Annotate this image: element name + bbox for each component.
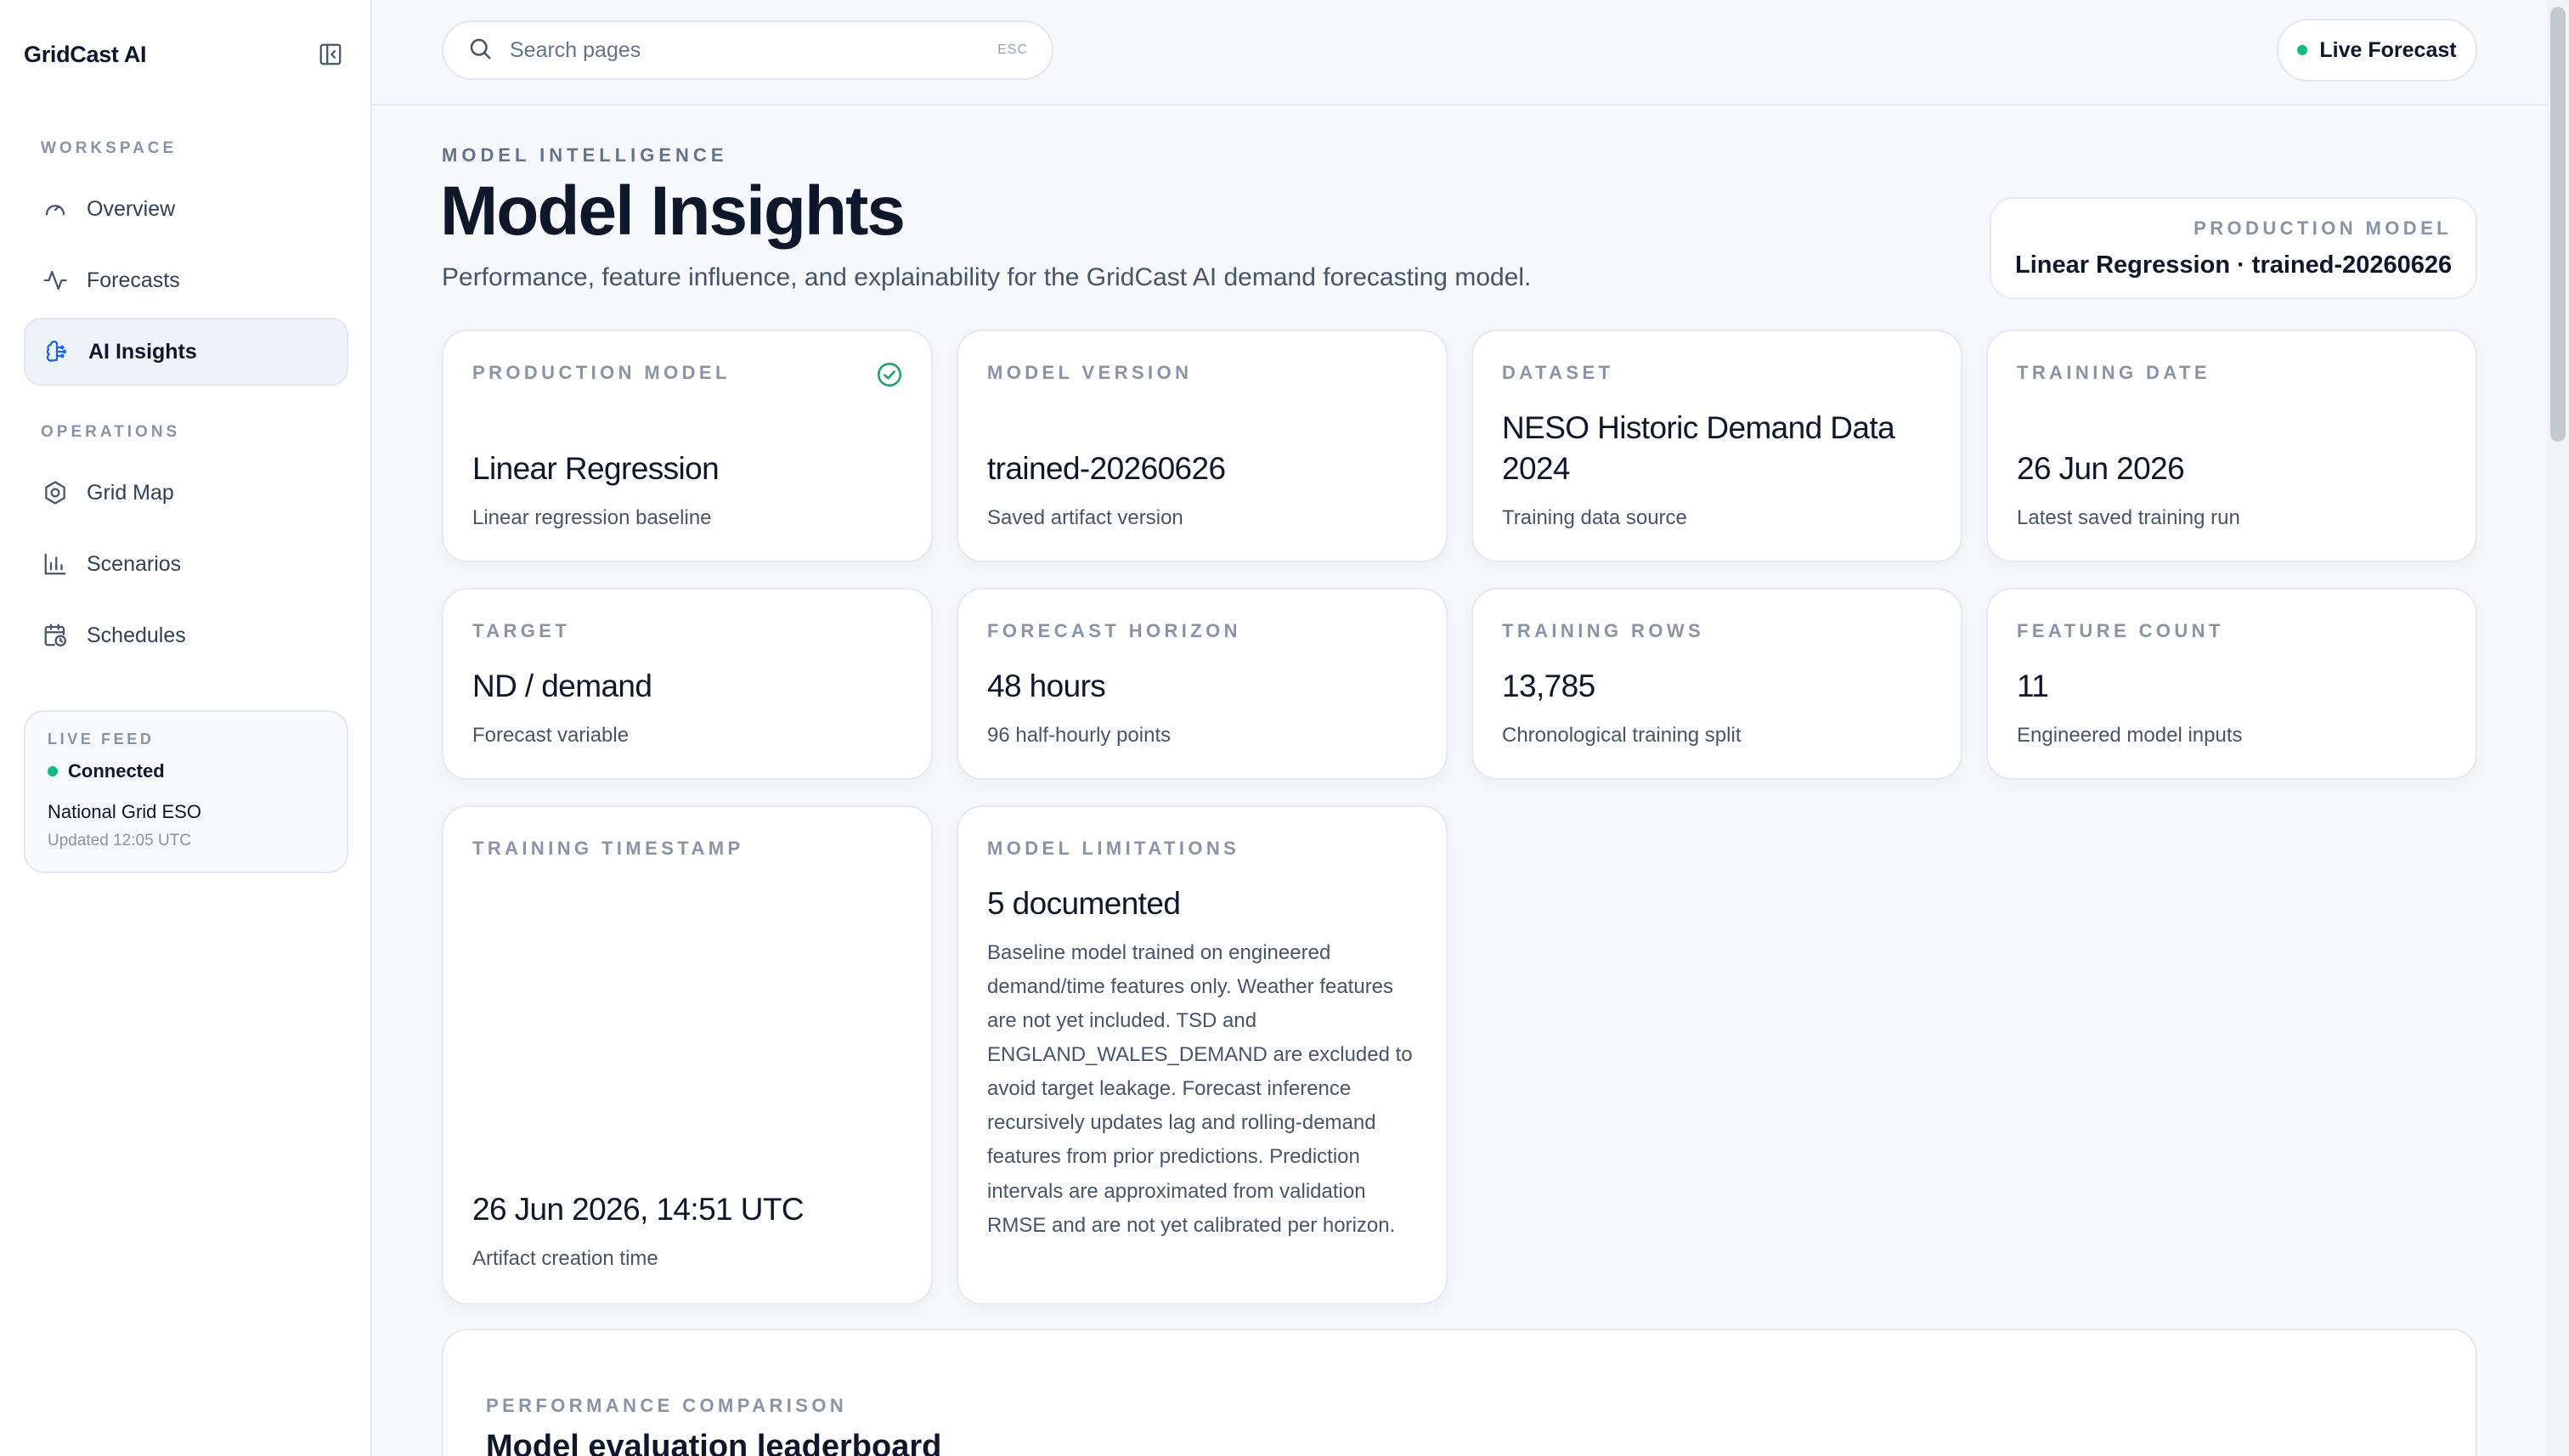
production-model-badge: PRODUCTION MODEL Linear Regression · tra… bbox=[1990, 197, 2477, 299]
model-limitations-card: MODEL LIMITATIONS 5 documented Baseline … bbox=[957, 805, 1448, 1305]
card-subtext: 96 half-hourly points bbox=[987, 724, 1172, 747]
section-title: Model evaluation leaderboard bbox=[486, 1429, 942, 1456]
card-label: TRAINING ROWS bbox=[1502, 620, 1705, 641]
live-dot-icon bbox=[2297, 45, 2308, 55]
scrollbar-track[interactable] bbox=[2547, 0, 2569, 1456]
search-icon bbox=[467, 36, 493, 65]
brain-icon bbox=[42, 337, 71, 366]
check-circle-icon bbox=[875, 360, 904, 389]
card-value: trained-20260626 bbox=[987, 451, 1226, 486]
card-label: MODEL VERSION bbox=[987, 362, 1193, 383]
production-model-card: PRODUCTION MODEL Linear Regression Linea… bbox=[442, 330, 933, 562]
card-value: 26 Jun 2026 bbox=[2017, 451, 2185, 486]
live-feed-status-text: Connected bbox=[68, 760, 165, 782]
search-shortcut-hint: ESC bbox=[997, 42, 1028, 57]
card-value: 11 bbox=[2017, 669, 2049, 703]
card-value: 13,785 bbox=[1502, 669, 1595, 703]
card-label: TRAINING DATE bbox=[2017, 362, 2210, 383]
sidebar-item-ai-insights[interactable]: AI Insights bbox=[24, 318, 348, 386]
live-forecast-label: Live Forecast bbox=[2319, 37, 2457, 62]
live-forecast-button[interactable]: Live Forecast bbox=[2277, 19, 2477, 82]
dataset-card: DATASET NESO Historic Demand Data 2024 T… bbox=[1471, 330, 1962, 562]
production-model-badge-label: PRODUCTION MODEL bbox=[2194, 217, 2452, 239]
card-value: 48 hours bbox=[987, 669, 1106, 703]
calendar-clock-icon bbox=[41, 621, 70, 650]
live-feed-status: Connected bbox=[48, 760, 325, 782]
sidebar-item-schedules[interactable]: Schedules bbox=[24, 601, 348, 669]
card-subtext: Linear regression baseline bbox=[472, 506, 712, 529]
sidebar-item-label: Grid Map bbox=[87, 480, 174, 505]
topbar: Search pages ESC Live Forecast bbox=[372, 0, 2547, 105]
page-eyebrow: MODEL INTELLIGENCE bbox=[442, 144, 728, 166]
page-title: Model Insights bbox=[440, 172, 906, 250]
card-label: TRAINING TIMESTAMP bbox=[472, 838, 744, 859]
card-subtext: Chronological training split bbox=[1502, 724, 1742, 747]
sidebar-item-forecasts[interactable]: Forecasts bbox=[24, 246, 348, 314]
training-timestamp-card: TRAINING TIMESTAMP 26 Jun 2026, 14:51 UT… bbox=[442, 805, 933, 1305]
performance-comparison-section: PERFORMANCE COMPARISON Model evaluation … bbox=[442, 1329, 2477, 1456]
card-subtext: Saved artifact version bbox=[987, 506, 1183, 529]
bar-chart-icon bbox=[41, 550, 70, 578]
operations-section-label: OPERATIONS bbox=[41, 423, 181, 441]
workspace-section-label: WORKSPACE bbox=[41, 139, 178, 157]
section-label: PERFORMANCE COMPARISON bbox=[486, 1395, 848, 1416]
live-feed-panel: LIVE FEED Connected National Grid ESO Up… bbox=[24, 710, 348, 873]
hexagon-icon bbox=[41, 478, 70, 507]
sidebar-item-label: Overview bbox=[87, 196, 176, 221]
card-label: FEATURE COUNT bbox=[2017, 620, 2224, 641]
sidebar-item-scenarios[interactable]: Scenarios bbox=[24, 530, 348, 598]
card-label: PRODUCTION MODEL bbox=[472, 362, 731, 383]
card-label: DATASET bbox=[1502, 362, 1614, 383]
page-subtitle: Performance, feature influence, and expl… bbox=[442, 263, 1532, 291]
card-subtext: Latest saved training run bbox=[2017, 506, 2240, 529]
sidebar-item-label: AI Insights bbox=[88, 339, 197, 364]
live-feed-source: National Grid ESO bbox=[48, 801, 201, 822]
sidebar-item-grid-map[interactable]: Grid Map bbox=[24, 459, 348, 527]
target-card: TARGET ND / demand Forecast variable bbox=[442, 588, 933, 780]
card-label: FORECAST HORIZON bbox=[987, 620, 1241, 641]
card-subtext: Training data source bbox=[1502, 506, 1687, 529]
limitations-text: Baseline model trained on engineered dem… bbox=[987, 941, 1413, 1237]
card-value: 5 documented bbox=[987, 886, 1181, 921]
card-value: Linear Regression bbox=[472, 451, 720, 486]
card-subtext: Engineered model inputs bbox=[2017, 724, 2243, 747]
training-date-card: TRAINING DATE 26 Jun 2026 Latest saved t… bbox=[1986, 330, 2477, 562]
scrollbar-thumb[interactable] bbox=[2550, 7, 2566, 442]
live-feed-label: LIVE FEED bbox=[48, 731, 155, 748]
sidebar: GridCast AI WORKSPACE Overview Forecasts bbox=[0, 0, 372, 1456]
training-rows-card: TRAINING ROWS 13,785 Chronological train… bbox=[1471, 588, 1962, 780]
gauge-icon bbox=[41, 195, 70, 223]
production-model-badge-value: Linear Regression · trained-20260626 bbox=[2015, 251, 2453, 279]
model-version-card: MODEL VERSION trained-20260626 Saved art… bbox=[957, 330, 1448, 562]
sidebar-item-label: Scenarios bbox=[87, 551, 182, 576]
search-placeholder: Search pages bbox=[510, 37, 641, 62]
search-input[interactable]: Search pages ESC bbox=[442, 20, 1053, 80]
card-subtext: Artifact creation time bbox=[472, 1247, 658, 1270]
app-title: GridCast AI bbox=[24, 41, 147, 67]
sidebar-collapse-icon[interactable] bbox=[316, 40, 345, 69]
card-value: ND / demand bbox=[472, 669, 652, 703]
forecast-horizon-card: FORECAST HORIZON 48 hours 96 half-hourly… bbox=[957, 588, 1448, 780]
card-label: TARGET bbox=[472, 620, 571, 641]
sidebar-item-label: Schedules bbox=[87, 623, 186, 647]
status-dot-icon bbox=[48, 766, 58, 776]
sidebar-item-label: Forecasts bbox=[87, 268, 180, 292]
card-value: NESO Historic Demand Data 2024 bbox=[1502, 410, 1895, 487]
activity-icon bbox=[41, 266, 70, 295]
card-subtext: Forecast variable bbox=[472, 724, 630, 747]
feature-count-card: FEATURE COUNT 11 Engineered model inputs bbox=[1986, 588, 2477, 780]
card-label: MODEL LIMITATIONS bbox=[987, 838, 1240, 859]
live-feed-updated: Updated 12:05 UTC bbox=[48, 832, 191, 849]
card-value: 26 Jun 2026, 14:51 UTC bbox=[472, 1192, 805, 1227]
sidebar-header: GridCast AI bbox=[24, 37, 345, 71]
sidebar-item-overview[interactable]: Overview bbox=[24, 175, 348, 243]
